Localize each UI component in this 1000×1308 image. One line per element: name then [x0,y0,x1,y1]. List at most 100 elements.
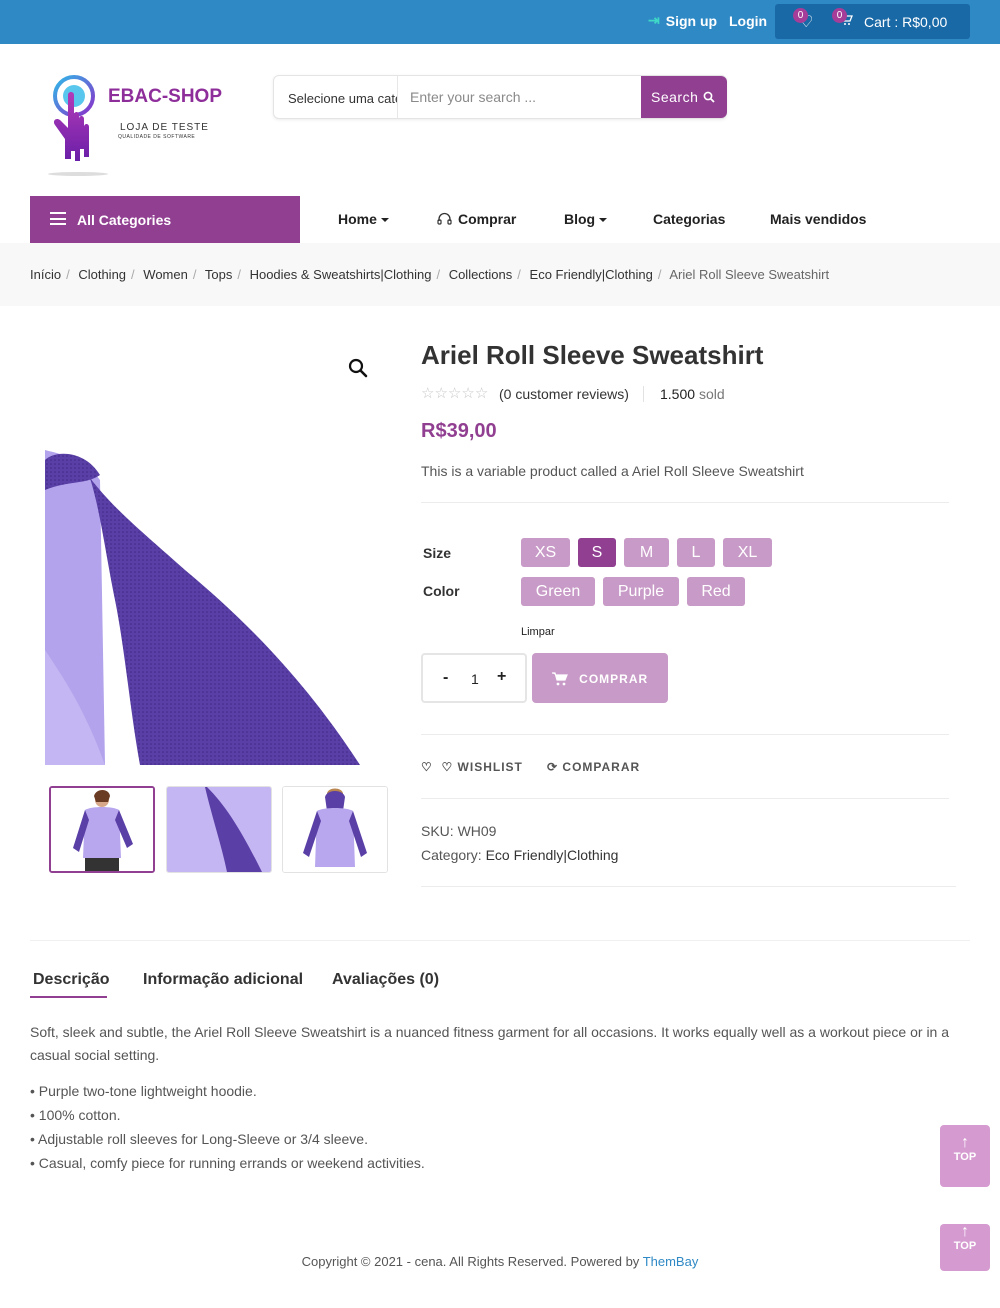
breadcrumb-link[interactable]: Collections [449,267,513,282]
product-thumbnail[interactable] [282,786,388,873]
sold-count: 1.500 sold [660,386,725,402]
scroll-to-top-button[interactable]: ↑ TOP [940,1125,990,1187]
arrow-up-icon: ↑ [961,1134,969,1151]
category-link[interactable]: Eco Friendly|Clothing [486,847,619,863]
compare-button[interactable]: ⟳ COMPARAR [547,760,640,774]
divider [643,386,644,402]
nav-item-blog[interactable]: Blog [564,211,608,227]
wishlist-button[interactable]: ♡ ♡ WISHLIST [421,760,523,774]
tab-informacao-adicional[interactable]: Informação adicional [143,971,303,989]
divider [421,502,949,503]
add-to-cart-button[interactable]: COMPRAR [532,653,668,703]
heart-icon: ♡ [441,760,454,774]
search-bar: Selecione uma categoria Search [273,75,727,119]
signup-link[interactable]: ⇥ Sign up [648,12,717,29]
quantity-value[interactable]: 1 [471,671,479,687]
product-thumbnail[interactable] [49,786,155,873]
category-select[interactable]: Selecione uma categoria [274,76,398,118]
nav-item-categorias[interactable]: Categorias [653,211,725,227]
zoom-magnifier-icon[interactable] [348,358,368,384]
caret-down-icon [599,218,608,222]
cart-box: ♡ 0 0 Cart : R$0,00 [775,4,970,39]
copyright-text: Copyright © 2021 - cena. All Rights Rese… [301,1254,643,1269]
site-logo[interactable]: EBAC-SHOP LOJA DE TESTE QUALIDADE DE SOF… [38,70,233,180]
login-link[interactable]: Login [729,13,767,29]
quantity-increase-button[interactable]: + [497,668,506,686]
nav-item-mais-vendidos[interactable]: Mais vendidos [770,211,866,227]
product-main-image[interactable] [45,450,385,765]
add-to-cart-label: COMPRAR [579,672,649,686]
list-item: • 100% cotton. [30,1107,121,1123]
star-empty-icon: ☆ [447,385,462,402]
divider [30,940,970,941]
arrow-up-icon: ↑ [961,1223,969,1240]
tab-descricao[interactable]: Descrição [33,971,110,989]
breadcrumb-link[interactable]: Tops [205,267,232,282]
nav-item-comprar[interactable]: Comprar [437,211,516,227]
breadcrumb-link[interactable]: Eco Friendly|Clothing [530,267,653,282]
breadcrumb-link[interactable]: Hoodies & Sweatshirts|Clothing [250,267,432,282]
list-item: • Adjustable roll sleeves for Long-Sleev… [30,1131,368,1147]
sold-label: sold [698,386,725,402]
signin-arrow-icon: ⇥ [648,12,660,28]
compare-label: COMPARAR [562,760,641,774]
list-item: • Purple two-tone lightweight hoodie. [30,1083,257,1099]
product-thumbnail[interactable] [166,786,272,873]
search-icon [703,89,715,105]
breadcrumb-separator: / [131,267,135,282]
product-description: Soft, sleek and subtle, the Ariel Roll S… [30,1024,950,1063]
breadcrumb-separator: / [436,267,441,282]
cart-total[interactable]: Cart : R$0,00 [864,14,947,30]
star-empty-icon: ☆ [434,385,448,402]
color-option-green[interactable]: Green [521,577,595,606]
heart-icon: ♡ [421,760,433,774]
product-short-description: This is a variable product called a Arie… [421,463,804,479]
product-sku: SKU: WH09 [421,823,497,839]
customer-reviews-link[interactable]: (0 customer reviews) [499,386,629,402]
search-button[interactable]: Search [641,76,727,118]
wishlist-label: WISHLIST [457,760,523,774]
breadcrumb-separator: / [517,267,521,282]
size-option-l[interactable]: L [677,538,715,567]
divider [421,798,949,799]
scroll-to-top-label: TOP [953,1240,977,1252]
feature-list: • Purple two-tone lightweight hoodie. • … [30,1079,425,1175]
top-bar: ⇥ Sign up Login ♡ 0 0 Cart : R$0,00 [0,0,1000,44]
size-option-m[interactable]: M [624,538,669,567]
star-empty-icon: ☆ [461,385,475,402]
quantity-decrease-button[interactable]: - [443,669,448,687]
logo-tagline: LOJA DE TESTE [120,122,209,133]
all-categories-button[interactable]: All Categories [30,196,300,243]
nav-item-home[interactable]: Home [338,211,389,227]
product-price: R$39,00 [421,420,497,442]
breadcrumb-link[interactable]: Clothing [78,267,126,282]
breadcrumb-separator: / [192,267,197,282]
color-option-purple[interactable]: Purple [603,577,679,606]
breadcrumb-link[interactable]: Início [30,267,61,282]
logo-brand: EBAC-SHOP [108,86,223,107]
nav-home-label: Home [338,211,377,227]
search-input[interactable] [399,76,641,118]
product-title: Ariel Roll Sleeve Sweatshirt [421,340,764,370]
color-label: Color [423,583,460,599]
list-item: • Casual, comfy piece for running errand… [30,1155,425,1171]
size-option-s[interactable]: S [578,538,616,567]
breadcrumb-separator: / [66,267,70,282]
tab-avaliacoes[interactable]: Avaliações (0) [332,971,439,989]
size-option-xs[interactable]: XS [521,538,570,567]
size-option-xl[interactable]: XL [723,538,772,567]
nav-blog-label: Blog [564,211,596,227]
nav-comprar-label: Comprar [458,211,517,227]
rating-stars: ☆☆☆☆☆ [421,384,488,402]
breadcrumb-link[interactable]: Women [143,267,188,282]
logo-subtagline: QUALIDADE DE SOFTWARE [118,134,196,140]
color-option-red[interactable]: Red [687,577,745,606]
caret-down-icon [380,218,389,222]
footer-link-thembay[interactable]: ThemBay [643,1254,699,1269]
star-empty-icon: ☆ [421,385,435,402]
divider [421,734,949,735]
star-empty-icon: ☆ [474,385,489,402]
breadcrumb-bar: Início / Clothing / Women / Tops / Hoodies &… [0,243,1000,306]
hamburger-icon [50,212,66,225]
clear-selection-link[interactable]: Limpar [521,626,555,638]
